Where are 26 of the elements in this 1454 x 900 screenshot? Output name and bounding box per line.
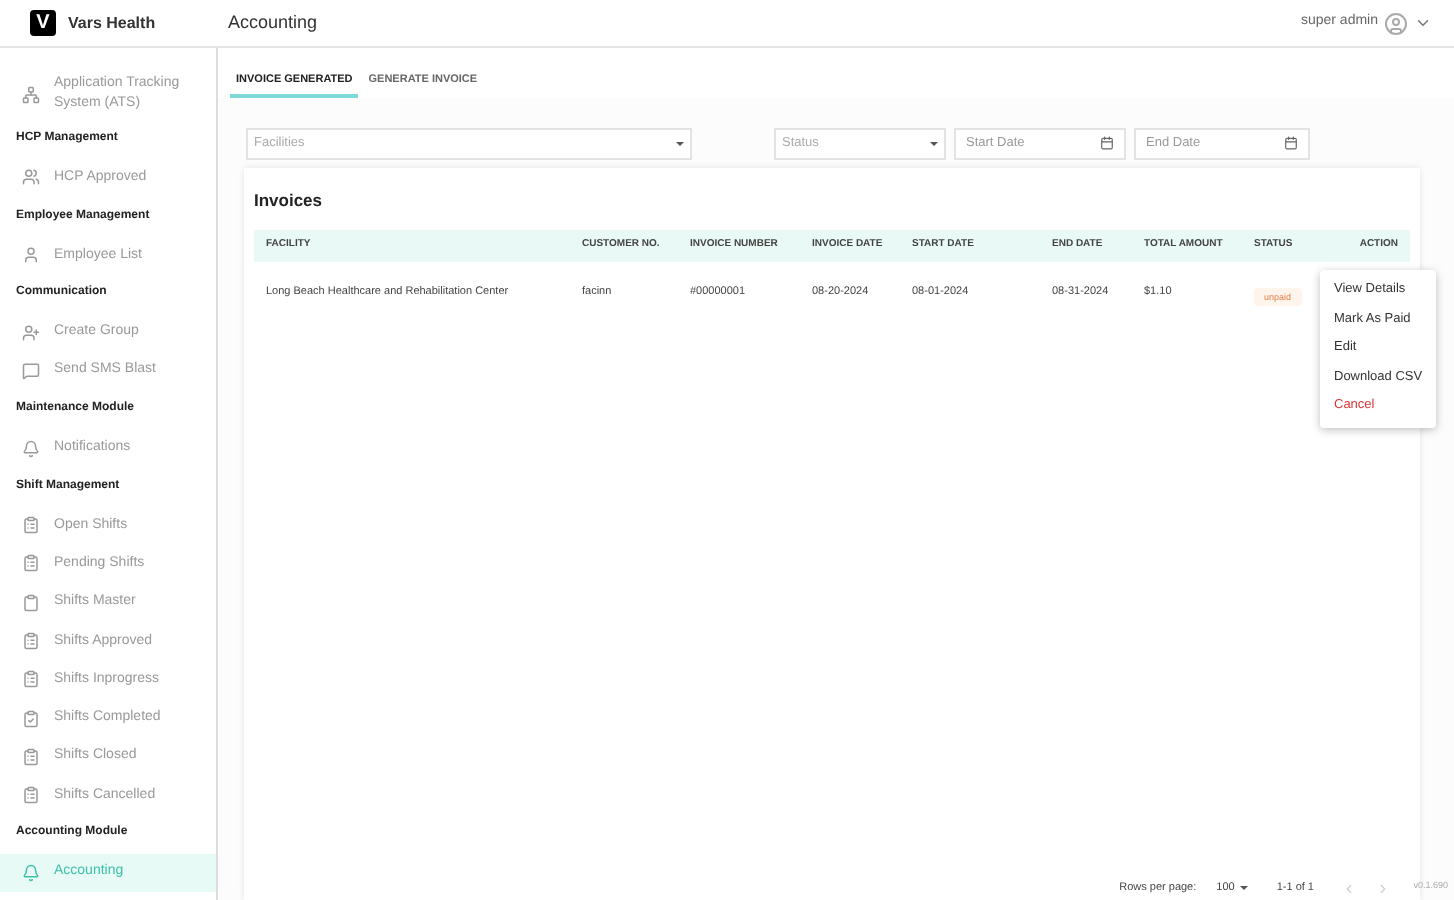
bell-icon xyxy=(22,863,40,882)
logo: V xyxy=(30,10,56,36)
clipboard-icon xyxy=(22,786,40,805)
clipboard-icon xyxy=(22,632,40,650)
calendar-icon xyxy=(1100,136,1114,150)
clipboard-icon xyxy=(22,593,40,612)
avatar-icon[interactable] xyxy=(1384,11,1408,35)
user-plus-icon xyxy=(22,323,40,342)
network-icon xyxy=(22,85,40,103)
card-title: Invoices xyxy=(254,188,323,214)
bell-icon xyxy=(22,439,40,458)
page-title: Accounting xyxy=(228,9,318,36)
caret-icon xyxy=(930,141,938,145)
clipboard-icon xyxy=(22,670,40,689)
clipboard-icon xyxy=(22,516,40,535)
calendar-icon xyxy=(1284,136,1298,150)
clipboard-icon xyxy=(22,747,40,766)
caret-icon xyxy=(1240,886,1249,890)
users-icon xyxy=(22,168,40,187)
message-icon xyxy=(22,361,40,380)
clipboard-icon xyxy=(22,554,40,573)
clipboard-check-icon xyxy=(22,709,40,728)
brand-name: Vars Health xyxy=(68,11,156,35)
user-icon xyxy=(22,246,40,265)
chevron-icon[interactable] xyxy=(1414,14,1432,32)
caret-icon xyxy=(676,141,684,145)
